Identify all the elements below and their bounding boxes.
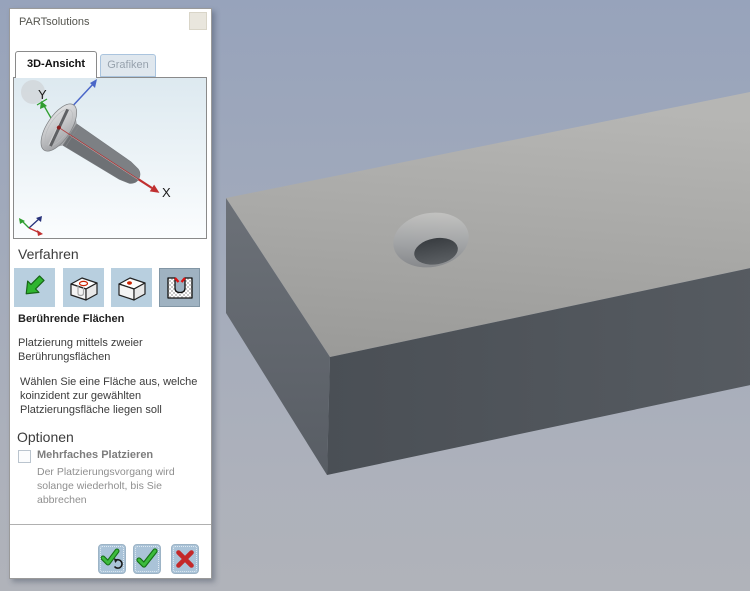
multiple-placement-description: Der Platzierungsvorgang wird solange wie… [37, 466, 175, 506]
pin-button[interactable] [189, 12, 207, 30]
partsolutions-panel: PARTsolutions 3D-Ansicht Grafiken Y X Ve… [9, 8, 212, 579]
method-direct-placement-button[interactable] [14, 268, 55, 307]
check-repeat-icon [100, 548, 123, 569]
part-preview-3d[interactable]: Y X [13, 77, 207, 239]
options-heading: Optionen [17, 429, 74, 445]
method-hidden-hole-button[interactable] [63, 268, 104, 307]
tab-grafiken[interactable]: Grafiken [100, 54, 156, 77]
screw-preview-image: Y X [14, 78, 206, 238]
panel-title-bar[interactable]: PARTsolutions [10, 9, 211, 43]
tab-3d-ansicht[interactable]: 3D-Ansicht [15, 51, 97, 78]
footer-separator [10, 524, 211, 525]
method-title: Berührende Flächen [18, 313, 125, 325]
method-instruction: Wählen Sie eine Fläche aus, welche koinz… [20, 376, 198, 416]
green-arrow-icon [25, 274, 45, 294]
axis-x-label: X [162, 185, 171, 200]
application-window: PARTsolutions 3D-Ansicht Grafiken Y X Ve… [0, 0, 750, 591]
apply-repeat-button[interactable] [98, 544, 126, 574]
red-x-icon [176, 550, 194, 568]
cancel-button[interactable] [171, 544, 199, 574]
multiple-placement-label: Mehrfaches Platzieren [37, 449, 154, 461]
multiple-placement-option: Mehrfaches Platzieren [18, 449, 153, 463]
method-point-placement-button[interactable] [111, 268, 152, 307]
method-contact-faces-button[interactable] [159, 268, 200, 307]
footer-buttons [10, 539, 211, 579]
multiple-placement-checkbox[interactable] [18, 450, 31, 463]
cube-point-icon [117, 276, 146, 301]
check-icon [136, 548, 158, 568]
ok-button[interactable] [133, 544, 161, 574]
groove-section-icon [166, 276, 193, 299]
panel-title: PARTsolutions [19, 16, 90, 28]
axis-y-label: Y [38, 87, 47, 102]
method-description: Platzierung mittels zweier Berührungsflä… [18, 337, 143, 363]
method-heading: Verfahren [18, 246, 79, 262]
cube-hidden-hole-icon [69, 276, 98, 301]
method-toolbar [10, 268, 211, 308]
